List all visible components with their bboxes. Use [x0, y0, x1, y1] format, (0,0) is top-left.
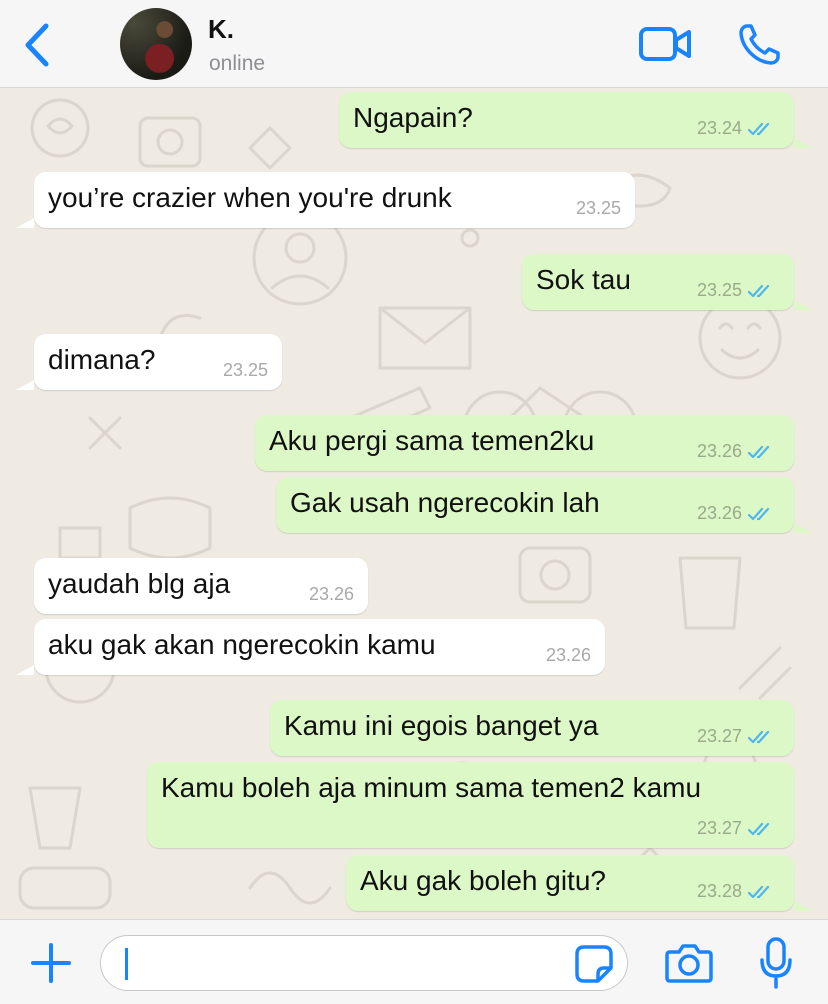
double-check-icon	[748, 730, 770, 744]
message-text: Ngapain?	[353, 102, 473, 133]
plus-icon[interactable]	[30, 942, 72, 984]
double-check-icon	[748, 122, 770, 136]
message-text: Aku gak boleh gitu?	[360, 865, 606, 896]
message-bubble-incoming[interactable]: dimana? 23.25	[34, 334, 282, 390]
contact-name[interactable]: K.	[208, 14, 234, 45]
chevron-left-icon[interactable]	[18, 20, 58, 70]
chat-screen: K. online Ngapain? 23.24 you’re crazier …	[0, 0, 828, 1004]
message-text: you’re crazier when you're drunk	[48, 182, 452, 213]
message-time: 23.26	[696, 503, 742, 523]
double-check-icon	[748, 822, 770, 836]
contact-status: online	[209, 52, 266, 75]
bubble-tail	[794, 901, 812, 911]
message-time: 23.27	[696, 818, 742, 838]
message-bubble-outgoing[interactable]: Ngapain? 23.24	[339, 92, 794, 148]
double-check-icon	[748, 284, 770, 298]
message-time: 23.26	[308, 584, 354, 604]
message-text: Aku pergi sama temen2ku	[269, 425, 595, 456]
double-check-icon	[748, 445, 770, 459]
message-text: Sok tau	[536, 264, 631, 295]
video-camera-icon[interactable]	[638, 24, 692, 64]
message-composer	[0, 919, 828, 1004]
bubble-tail	[794, 138, 812, 148]
message-text: yaudah blg aja	[48, 568, 231, 599]
message-time: 23.25	[696, 280, 742, 300]
bubble-tail	[16, 380, 34, 390]
message-text: Gak usah ngerecokin lah	[290, 487, 600, 518]
message-text: Kamu ini egois banget ya	[284, 710, 599, 741]
message-time: 23.25	[575, 198, 621, 218]
message-bubble-outgoing[interactable]: Gak usah ngerecokin lah 23.26	[276, 477, 794, 533]
bubble-tail	[794, 300, 812, 310]
bubble-tail	[16, 665, 34, 675]
message-time: 23.27	[696, 726, 742, 746]
text-caret	[125, 948, 128, 980]
message-time: 23.24	[696, 118, 742, 138]
double-check-icon	[748, 885, 770, 899]
message-input[interactable]	[100, 935, 628, 991]
message-bubble-outgoing[interactable]: Aku gak boleh gitu? 23.28	[346, 855, 794, 911]
message-bubble-outgoing[interactable]: Kamu boleh aja minum sama temen2 kamu 23…	[147, 762, 794, 848]
message-bubble-outgoing[interactable]: Aku pergi sama temen2ku 23.26	[255, 415, 794, 471]
double-check-icon	[748, 507, 770, 521]
message-time: 23.25	[222, 360, 268, 380]
message-bubble-outgoing[interactable]: Kamu ini egois banget ya 23.27	[270, 700, 794, 756]
bubble-tail	[794, 523, 812, 533]
message-bubble-incoming[interactable]: yaudah blg aja 23.26	[34, 558, 368, 614]
phone-icon[interactable]	[738, 22, 782, 66]
message-list[interactable]: Ngapain? 23.24 you’re crazier when you'r…	[0, 88, 828, 919]
camera-icon[interactable]	[664, 942, 714, 984]
message-text: Kamu boleh aja minum sama temen2 kamu	[161, 772, 702, 803]
message-bubble-outgoing[interactable]: Sok tau 23.25	[522, 254, 794, 310]
bubble-tail	[16, 218, 34, 228]
message-bubble-incoming[interactable]: you’re crazier when you're drunk 23.25	[34, 172, 635, 228]
message-text: aku gak akan ngerecokin kamu	[48, 629, 436, 660]
message-time: 23.26	[696, 441, 742, 461]
message-time: 23.26	[545, 645, 591, 665]
microphone-icon[interactable]	[758, 936, 794, 990]
avatar[interactable]	[120, 8, 192, 80]
sticker-icon[interactable]	[574, 944, 614, 984]
message-time: 23.28	[696, 881, 742, 901]
message-bubble-incoming[interactable]: aku gak akan ngerecokin kamu 23.26	[34, 619, 605, 675]
chat-header: K. online	[0, 0, 828, 88]
message-text: dimana?	[48, 344, 156, 375]
